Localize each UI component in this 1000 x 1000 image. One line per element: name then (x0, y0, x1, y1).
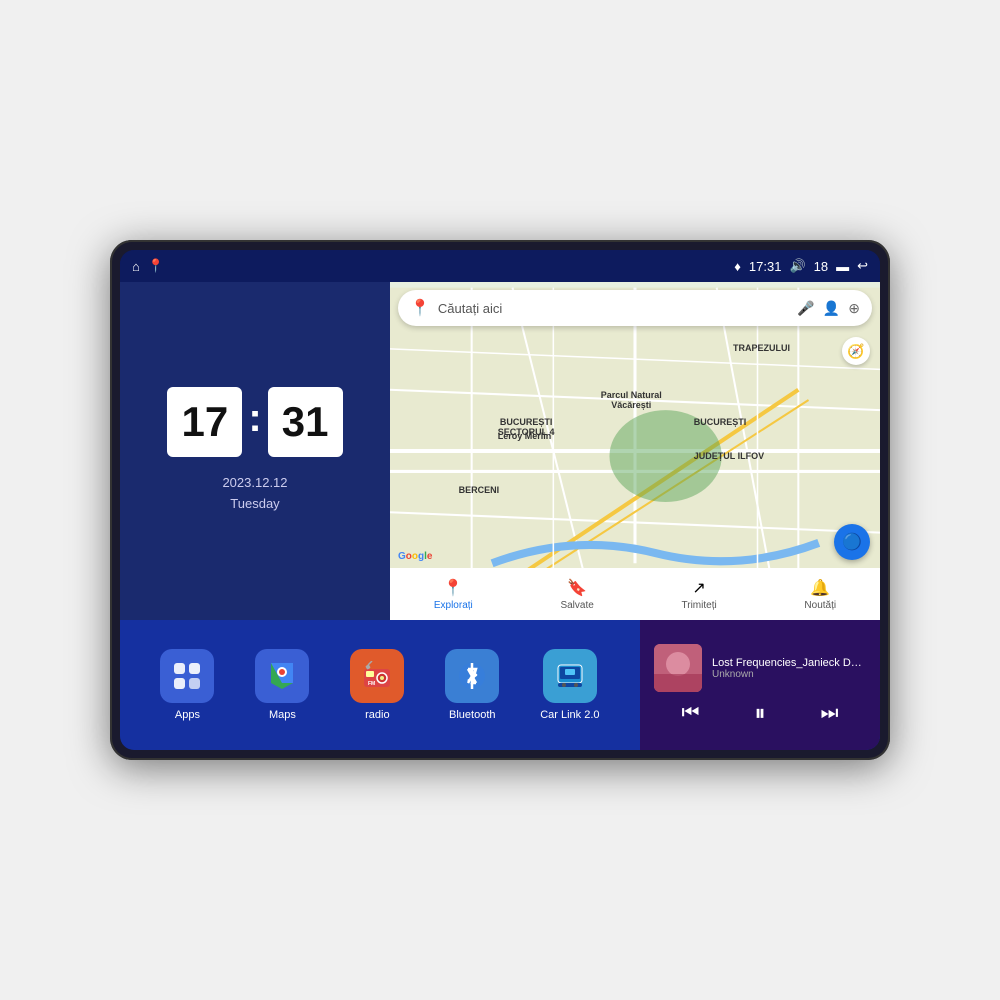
prev-button[interactable]: ⏮ (681, 702, 699, 725)
maps-label: Maps (269, 709, 296, 721)
apps-panel: Apps Maps (120, 620, 640, 750)
svg-text:FM: FM (368, 681, 375, 687)
map-nav-explore[interactable]: 📍 Explorați (434, 578, 473, 611)
app-item-maps[interactable]: Maps (255, 649, 309, 721)
app-item-radio[interactable]: FM radio (350, 649, 404, 721)
clock-date-value: 2023.12.12 (222, 473, 287, 494)
explore-label: Explorați (434, 600, 473, 611)
main-content: 17 : 31 2023.12.12 Tuesday (120, 282, 880, 750)
bluetooth-label: Bluetooth (449, 709, 495, 721)
app-item-apps[interactable]: Apps (160, 649, 214, 721)
radio-label: radio (365, 709, 389, 721)
map-panel[interactable]: 📍 Căutați aici 🎤 👤 ⊕ TRAPEZULUI BUCUREȘT… (390, 282, 880, 620)
music-artist: Unknown (712, 669, 866, 680)
map-account-icon[interactable]: 👤 (823, 300, 840, 317)
maps-icon[interactable]: 📍 (148, 258, 164, 274)
saved-label: Salvate (560, 600, 593, 611)
status-right: ♦ 17:31 🔊 18 ▬ ↩ (734, 258, 868, 274)
maps-app-icon (255, 649, 309, 703)
carlink-app-icon (543, 649, 597, 703)
map-nav-saved[interactable]: 🔖 Salvate (560, 578, 593, 611)
send-label: Trimiteți (682, 600, 717, 611)
apps-label: Apps (175, 709, 200, 721)
map-bottom-nav: 📍 Explorați 🔖 Salvate ↗ Trimiteți 🔔 (390, 568, 880, 620)
clock-panel: 17 : 31 2023.12.12 Tuesday (120, 282, 390, 620)
map-layers-icon[interactable]: ⊕ (848, 300, 860, 317)
map-mic-icon[interactable]: 🎤 (797, 300, 814, 317)
volume-icon[interactable]: 🔊 (789, 258, 805, 274)
clock-date: 2023.12.12 Tuesday (222, 473, 287, 515)
apps-icon (160, 649, 214, 703)
clock-hours: 17 (167, 387, 242, 457)
bottom-section: Apps Maps (120, 620, 880, 750)
map-nav-send[interactable]: ↗ Trimiteți (682, 578, 717, 611)
clock-display: 17 : 31 (167, 387, 342, 457)
app-item-carlink[interactable]: Car Link 2.0 (540, 649, 599, 721)
radio-app-icon: FM (350, 649, 404, 703)
music-title: Lost Frequencies_Janieck Devy-... (712, 657, 866, 669)
map-location-button[interactable]: 🔵 (834, 524, 870, 560)
status-time: 17:31 (749, 259, 782, 274)
app-item-bluetooth[interactable]: Bluetooth (445, 649, 499, 721)
map-search-text[interactable]: Căutați aici (438, 301, 789, 316)
map-nav-news[interactable]: 🔔 Noutăți (804, 578, 836, 611)
volume-level: 18 (814, 259, 828, 274)
carlink-label: Car Link 2.0 (540, 709, 599, 721)
map-pin-icon: 📍 (410, 298, 430, 318)
status-bar: ⌂ 📍 ♦ 17:31 🔊 18 ▬ ↩ (120, 250, 880, 282)
clock-minutes: 31 (268, 387, 343, 457)
play-pause-button[interactable]: ⏸ (754, 700, 765, 726)
music-top: Lost Frequencies_Janieck Devy-... Unknow… (654, 644, 866, 692)
google-logo: Google (398, 551, 432, 562)
clock-day: Tuesday (222, 494, 287, 515)
status-left: ⌂ 📍 (132, 258, 164, 274)
map-compass[interactable]: 🧭 (842, 337, 870, 365)
battery-icon: ▬ (836, 259, 849, 274)
send-icon: ↗ (692, 578, 705, 598)
map-search-bar[interactable]: 📍 Căutați aici 🎤 👤 ⊕ (398, 290, 872, 326)
home-icon[interactable]: ⌂ (132, 259, 140, 274)
saved-icon: 🔖 (567, 578, 587, 598)
music-album-art (654, 644, 702, 692)
device-screen: ⌂ 📍 ♦ 17:31 🔊 18 ▬ ↩ 17 : (120, 250, 880, 750)
clock-colon: : (248, 398, 261, 438)
top-section: 17 : 31 2023.12.12 Tuesday (120, 282, 880, 620)
music-controls: ⏮ ⏸ ⏭ (654, 700, 866, 726)
news-label: Noutăți (804, 600, 836, 611)
explore-icon: 📍 (443, 578, 463, 598)
back-icon[interactable]: ↩ (857, 258, 868, 274)
music-info: Lost Frequencies_Janieck Devy-... Unknow… (712, 657, 866, 680)
music-panel: Lost Frequencies_Janieck Devy-... Unknow… (640, 620, 880, 750)
signal-icon: ♦ (734, 259, 741, 274)
next-button[interactable]: ⏭ (820, 702, 838, 725)
device: ⌂ 📍 ♦ 17:31 🔊 18 ▬ ↩ 17 : (110, 240, 890, 760)
news-icon: 🔔 (810, 578, 830, 598)
bluetooth-app-icon (445, 649, 499, 703)
